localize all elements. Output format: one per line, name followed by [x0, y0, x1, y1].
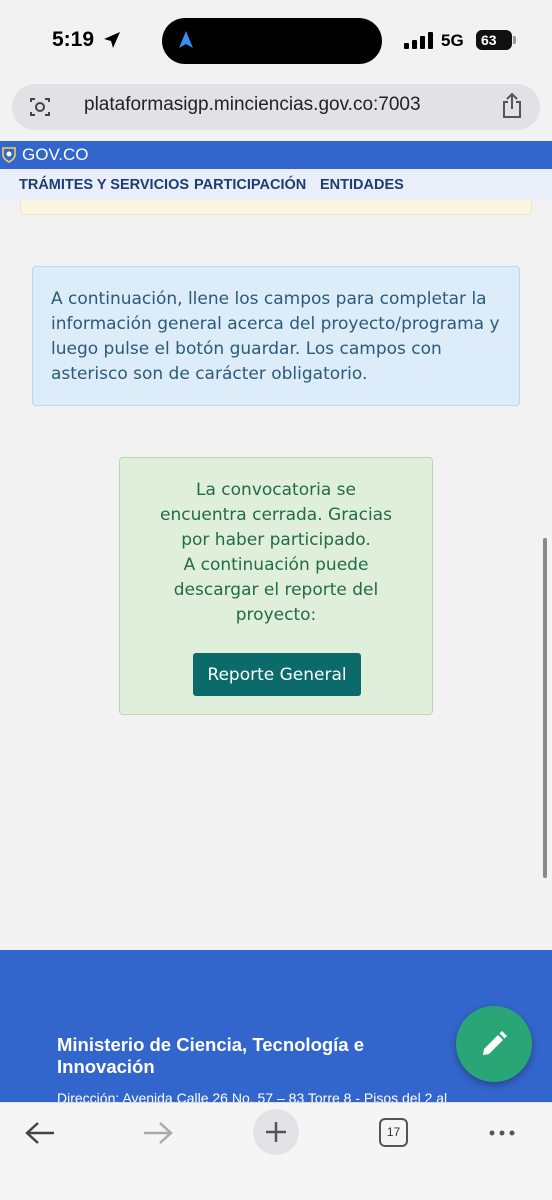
gov-co-bar: GOV.CO — [0, 141, 552, 169]
navigation-arrow-icon — [179, 31, 193, 48]
gov-co-link[interactable]: GOV.CO — [22, 145, 88, 165]
general-report-button[interactable]: Reporte General — [193, 653, 361, 696]
scrollbar[interactable] — [543, 538, 547, 878]
new-tab-button[interactable] — [253, 1109, 299, 1155]
status-bar: 5:19 5G 63 — [0, 0, 552, 82]
edit-fab-button[interactable] — [456, 1006, 532, 1082]
more-options-icon[interactable] — [484, 1117, 524, 1149]
footer-title: Ministerio de Ciencia, Tecnología e Inno… — [57, 1034, 365, 1077]
nav-tramites-servicios[interactable]: TRÁMITES Y SERVICIOS — [19, 177, 189, 193]
pencil-icon — [483, 1031, 507, 1055]
url-text[interactable]: plataformasigp.minciencias.gov.co:7003 — [84, 94, 421, 116]
tabs-count-button[interactable]: 17 — [379, 1118, 408, 1147]
nav-participacion[interactable]: PARTICIPACIÓN — [194, 177, 306, 193]
closed-call-text: La convocatoria se encuentra cerrada. Gr… — [120, 478, 432, 628]
browser-toolbar: 17 — [0, 1102, 552, 1200]
signal-icon — [404, 32, 433, 49]
network-type: 5G — [441, 31, 464, 50]
closed-call-message: La convocatoria se encuentra cerrada. Gr… — [160, 480, 392, 550]
location-arrow-icon — [104, 32, 120, 48]
nav-entidades[interactable]: ENTIDADES — [320, 177, 404, 193]
back-arrow-icon[interactable] — [20, 1117, 60, 1149]
info-alert-text: A continuación, llene los campos para co… — [51, 289, 500, 384]
page-tools-icon[interactable] — [28, 95, 52, 119]
gov-nav-bar: TRÁMITES Y SERVICIOS PARTICIPACIÓN ENTID… — [0, 169, 552, 201]
warning-alert — [20, 200, 532, 215]
forward-arrow-icon[interactable] — [138, 1117, 178, 1149]
footer-address: Dirección: Avenida Calle 26 No. 57 – 83 … — [57, 1090, 448, 1102]
gov-shield-icon — [2, 147, 16, 163]
closed-call-alert: La convocatoria se encuentra cerrada. Gr… — [119, 457, 433, 715]
share-icon[interactable] — [500, 93, 524, 119]
battery-icon: 63 — [476, 30, 516, 50]
download-report-message: A continuación puede descargar el report… — [173, 555, 379, 625]
info-alert: A continuación, llene los campos para co… — [32, 266, 520, 406]
plus-icon — [266, 1122, 286, 1142]
url-bar[interactable]: plataformasigp.minciencias.gov.co:7003 — [12, 84, 540, 130]
status-time: 5:19 — [52, 28, 95, 51]
